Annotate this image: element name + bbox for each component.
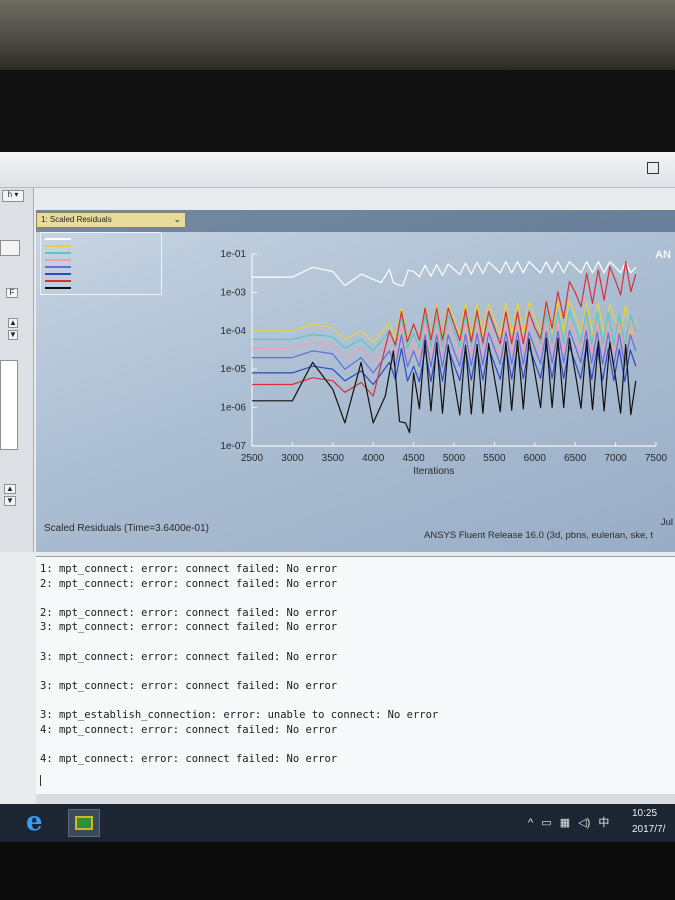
y-tick-label: 1e-04 — [220, 326, 246, 337]
scroll-down-button[interactable]: ▼ — [4, 496, 16, 506]
x-axis-label: Iterations — [413, 466, 454, 477]
x-tick-label: 7500 — [645, 453, 668, 464]
volume-icon[interactable]: ◁) — [578, 817, 590, 829]
y-tick-label: 1e-05 — [220, 364, 246, 375]
console-line: 2: mpt_connect: error: connect failed: N… — [40, 606, 338, 619]
system-tray: ^ ▭ ▦ ◁) 中 — [528, 814, 614, 830]
graphics-window-selector[interactable]: 1: Scaled Residuals ⌄ — [36, 212, 186, 228]
taskbar: e ^ ▭ ▦ ◁) 中 10:25 2017/7/ — [0, 804, 675, 842]
x-tick-label: 3500 — [322, 453, 345, 464]
residuals-plot: 1e-07 1e-06 1e-05 1e-04 1e-03 1e-01 2500 3000 35… — [220, 249, 668, 477]
spin-up-button[interactable]: ▲ — [8, 318, 18, 328]
clock-date: 2017/7/ — [632, 824, 666, 835]
y-tick-label: 1e-06 — [220, 403, 246, 414]
screen: h ▾ F ▲ ▼ ▲ ▼ 1: Scaled Residuals ⌄ AN 1… — [0, 152, 675, 842]
x-tick-label: 3000 — [281, 453, 304, 464]
console-line: 2: mpt_connect: error: connect failed: N… — [40, 577, 338, 590]
console-line: 4: mpt_connect: error: connect failed: N… — [40, 723, 338, 736]
console-cursor — [40, 775, 41, 786]
plot-date: Jul — [660, 517, 673, 528]
panel-small-button[interactable]: F — [6, 288, 18, 298]
release-info: ANSYS Fluent Release 16.0 (3d, pbns, eul… — [424, 530, 654, 541]
x-tick-label: 5000 — [443, 453, 466, 464]
console-line: 4: mpt_connect: error: connect failed: N… — [40, 752, 338, 765]
x-tick-label: 6500 — [564, 453, 587, 464]
x-tick-label: 2500 — [241, 453, 264, 464]
console-line: 3: mpt_connect: error: connect failed: N… — [40, 621, 338, 634]
clock-time: 10:25 — [632, 808, 658, 819]
residual-series-line — [252, 261, 637, 287]
fluent-app-glyph — [75, 816, 93, 830]
console-line: 3: mpt_connect: error: connect failed: N… — [40, 650, 338, 663]
window-titlebar — [0, 152, 675, 188]
panel-list-box[interactable] — [0, 360, 18, 450]
restore-window-icon[interactable] — [647, 162, 659, 174]
spin-down-button[interactable]: ▼ — [8, 330, 18, 340]
ime-indicator[interactable]: 中 — [598, 817, 609, 829]
battery-icon[interactable]: ▭ — [541, 817, 551, 829]
console-line: 3: mpt_establish_connection: error: unab… — [40, 709, 439, 721]
monitor-bezel-top — [0, 70, 675, 152]
scroll-up-button[interactable]: ▲ — [4, 484, 16, 494]
network-icon[interactable]: ▦ — [560, 817, 570, 829]
y-tick-label: 1e-07 — [220, 441, 246, 452]
background-wall — [0, 0, 675, 70]
graphics-window-title: 1: Scaled Residuals — [41, 215, 112, 224]
taskbar-clock[interactable]: 10:25 2017/7/ — [632, 806, 665, 838]
x-tick-label: 5500 — [483, 453, 506, 464]
x-tick-label: 4500 — [402, 453, 425, 464]
show-hidden-icons-button[interactable]: ^ — [528, 817, 533, 829]
residuals-legend — [40, 232, 162, 295]
x-tick-label: 6000 — [524, 453, 547, 464]
panel-list-button[interactable] — [0, 240, 20, 256]
y-tick-label: 1e-03 — [220, 287, 246, 298]
legend-swatches — [45, 238, 71, 289]
fluent-taskbar-icon[interactable] — [68, 809, 100, 837]
console-line: 1: mpt_connect: error: connect failed: N… — [40, 563, 338, 575]
chevron-down-icon[interactable]: ⌄ — [173, 214, 181, 225]
left-panel: h ▾ F ▲ ▼ ▲ ▼ — [0, 188, 34, 552]
console-line: 3: mpt_connect: error: connect failed: N… — [40, 679, 338, 692]
x-tick-label: 4000 — [362, 453, 385, 464]
internet-explorer-icon[interactable]: e — [26, 809, 54, 836]
console-output[interactable]: 1: mpt_connect: error: connect failed: N… — [36, 556, 675, 794]
x-tick-label: 7000 — [604, 453, 627, 464]
monitor-bezel-bottom — [0, 842, 675, 900]
y-tick-label: 1e-01 — [220, 249, 246, 260]
plot-caption: Scaled Residuals (Time=3.6400e-01) — [44, 523, 209, 534]
panel-dropdown-button[interactable]: h ▾ — [2, 190, 24, 202]
console-horizontal-scrollbar[interactable] — [36, 794, 675, 804]
